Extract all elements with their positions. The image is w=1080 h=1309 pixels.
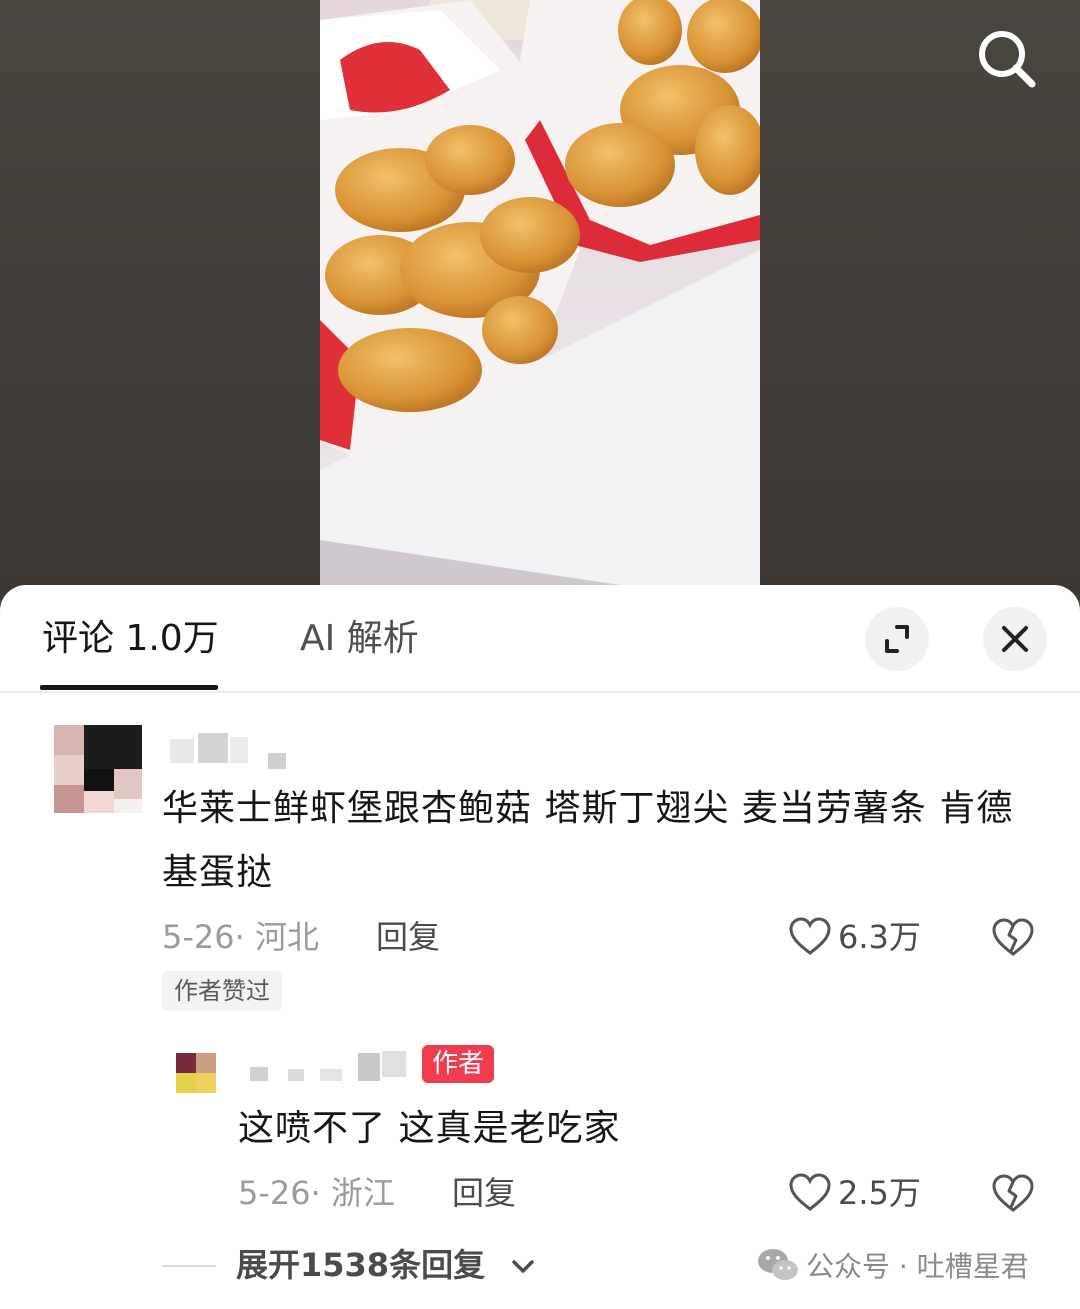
avatar[interactable] [54,725,142,813]
author-liked-badge: 作者赞过 [162,971,282,1011]
video-thumbnail [320,0,760,585]
watermark-text: 公众号 · 吐槽星君 [806,1250,1029,1283]
tab-comments[interactable]: 评论 1.0万 [42,615,219,663]
chevron-down-icon[interactable] [510,1253,536,1279]
expand-button[interactable] [865,607,929,671]
broken-heart-icon [992,1174,1034,1212]
like-button[interactable]: 6.3万 [788,915,938,959]
tab-ai-analysis[interactable]: AI 解析 [300,615,419,663]
close-button[interactable] [983,607,1047,671]
close-icon [1002,626,1028,652]
comment-sheet: 评论 1.0万 AI 解析 华莱士鲜虾堡跟杏鲍菇 塔斯丁翅尖 麦当劳薯条 肯德基… [0,585,1080,1309]
reply-like-count: 2.5万 [838,1174,921,1212]
broken-heart-icon [992,918,1034,956]
like-count: 6.3万 [838,918,921,956]
reply-text: 这喷不了 这真是老吃家 [238,1108,621,1149]
search-icon [979,31,1036,88]
watermark: 公众号 · 吐槽星君 [756,1245,1029,1289]
wechat-icon [758,1249,798,1280]
reply-like-button[interactable]: 2.5万 [788,1171,938,1215]
expand-replies-button[interactable]: 展开1538条回复 [236,1245,485,1285]
comment-tabs: 评论 1.0万 AI 解析 [0,585,1080,693]
expand-divider [162,1265,216,1267]
reply-reply-button[interactable]: 回复 [452,1173,516,1213]
reply-button[interactable]: 回复 [376,917,440,957]
reply-date-location: 5-26· 浙江 [238,1174,395,1212]
reply-avatar[interactable] [176,1053,216,1093]
comment-text: 华莱士鲜虾堡跟杏鲍菇 塔斯丁翅尖 麦当劳薯条 肯德基蛋挞 [162,788,1014,893]
reply-dislike-button[interactable] [990,1171,1036,1215]
reply-username-blurred[interactable] [248,1047,418,1083]
heart-icon [789,1173,831,1211]
search-button[interactable] [970,24,1042,96]
dislike-button[interactable] [990,915,1036,959]
expand-icon [885,625,909,653]
comment-date-location: 5-26· 河北 [162,918,319,956]
active-tab-indicator [40,685,218,690]
video-player[interactable] [320,0,760,585]
heart-icon [789,917,831,955]
avatar-image [54,725,142,813]
author-badge: 作者 [422,1045,495,1083]
username-blurred[interactable] [160,731,300,771]
